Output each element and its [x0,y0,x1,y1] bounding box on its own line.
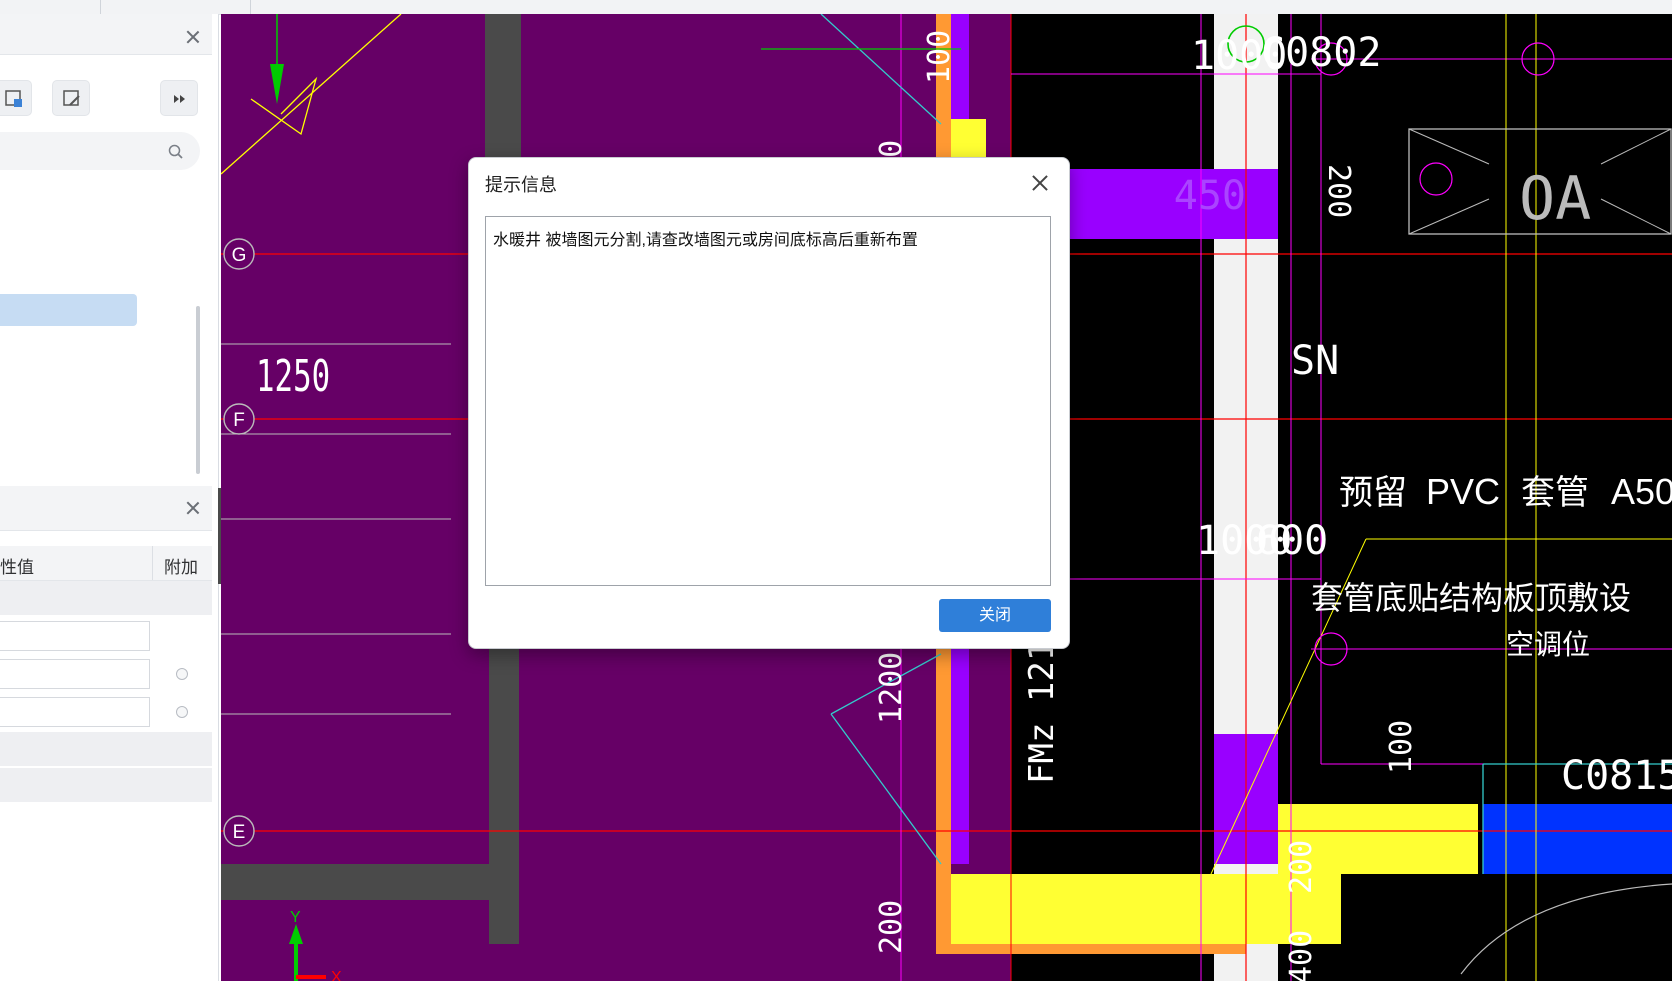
dim-text: 1200 [874,652,909,724]
property-group-row [0,581,212,615]
search-icon [168,144,183,159]
svg-text:G: G [232,245,247,266]
break-symbol [250,76,318,136]
dialog-title: 提示信息 [485,175,557,195]
edit-tool-button[interactable] [52,80,90,116]
layer-icon [5,90,22,107]
close-icon[interactable] [1032,175,1048,191]
label-sleeve-note: 套管底贴结构板顶敷设 [1311,580,1631,616]
yellow-fill [951,119,986,159]
dim-text: 450 [1174,173,1246,219]
label-reserve: 预留 [1339,474,1407,512]
dim-text: 1000 [1191,33,1287,79]
close-icon[interactable] [186,30,200,44]
cyan-line [830,713,942,865]
scrollbar[interactable] [196,306,200,474]
tab-separator [100,0,101,14]
dim-text: 200 [874,900,909,954]
left-side-panel: 性值 附加 [0,14,219,981]
extra-radio[interactable] [176,706,188,718]
blue-fill [1483,804,1672,874]
green-arrow [270,64,284,104]
property-field[interactable] [0,697,150,727]
double-chevron-right-icon [174,95,185,103]
ac-label: OA [1519,164,1591,234]
dim-text: 200 [1284,840,1319,894]
layer-tool-button[interactable] [0,80,32,116]
dim-text: 100 [1384,720,1419,774]
close-button[interactable]: 关闭 [939,599,1051,632]
axis-marker-f: F [223,403,255,435]
prompt-dialog: 提示信息 水暖井 被墙图元分割,请查改墙图元或房间底标高后重新布置 关闭 [468,157,1070,649]
panel-header-top [0,14,212,55]
svg-text:E: E [233,822,246,843]
properties-table-header: 性值 附加 [0,546,212,581]
edit-icon [63,90,80,106]
label-a50: A50 [1611,471,1672,512]
search-input[interactable] [0,132,200,170]
wall-grey [221,864,519,900]
tab-separator [250,0,251,14]
top-tab-strip [0,0,1672,15]
mark-text: C0815 [1561,753,1672,799]
purple-fill [951,634,969,864]
svg-text:X: X [331,969,342,981]
column-divider [152,546,153,580]
dim-text: 1000 [1196,518,1292,564]
close-icon[interactable] [186,501,200,515]
yellow-line [221,14,402,175]
property-group-row [0,768,212,802]
extra-radio[interactable] [176,668,188,680]
svg-text:F: F [233,410,245,431]
label-pvc: PVC [1426,471,1500,512]
property-field[interactable] [0,659,150,689]
axis-marker-g: G [223,238,255,270]
svg-text:Y: Y [290,909,301,926]
expand-more-button[interactable] [160,80,198,116]
column-value-header: 性值 [0,558,34,578]
column-extra-header: 附加 [164,558,198,578]
dim-text: 100 [922,30,957,84]
yellow-fill [951,874,1341,944]
property-field[interactable] [0,621,150,651]
message-textbox[interactable]: 水暖井 被墙图元分割,请查改墙图元或房间底标高后重新布置 [485,216,1051,586]
property-group-row [0,732,212,766]
dim-text: 400 [1284,930,1319,981]
label-ac: 空调位 [1506,629,1590,660]
panel-header-properties [0,486,212,531]
ucs-icon: Y X [289,909,342,981]
dim-text: 1250 [256,350,330,401]
room-label: SN [1291,338,1339,384]
dim-text: 200 [1321,164,1356,218]
dialog-message: 水暖井 被墙图元分割,请查改墙图元或房间底标高后重新布置 [493,232,918,249]
axis-marker-e: E [223,815,255,847]
selected-tree-item[interactable] [0,294,137,326]
label-sleeve: 套管 [1521,474,1589,512]
